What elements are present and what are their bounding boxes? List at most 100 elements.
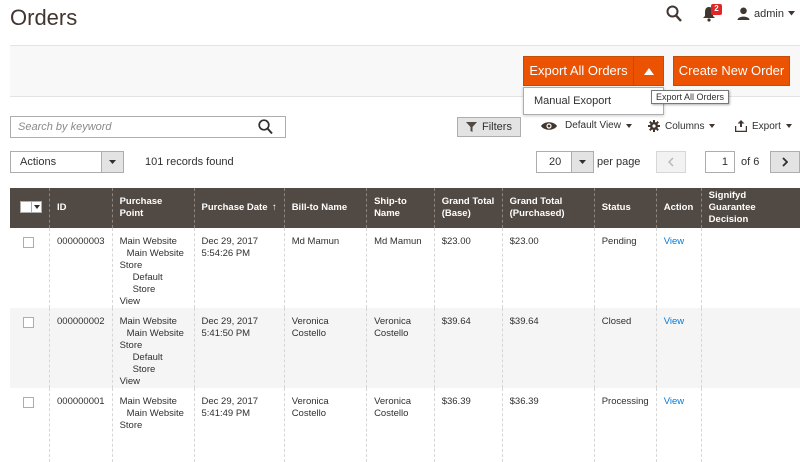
create-new-order-button[interactable]: Create New Order [673,56,790,86]
chevron-right-icon [782,157,788,167]
view-order-link[interactable]: View [664,396,684,407]
grand-total-base: $23.00 [433,228,503,308]
eye-icon [541,121,557,130]
chevron-down-icon [101,152,123,172]
signifyd-decision [700,228,800,308]
export-label: Export [752,120,781,132]
funnel-icon [466,122,478,132]
mass-actions-label: Actions [20,156,57,168]
global-search-icon[interactable] [666,5,682,23]
table-header-row: ID Purchase Point Purchase Date ↑ Bill-to… [10,188,800,228]
per-page-select[interactable]: 20 [536,151,594,173]
export-dropdown-toggle[interactable] [633,57,663,85]
records-found: 101 records found [145,156,234,168]
export-all-orders-split-button[interactable]: Export All Orders [523,56,664,86]
export-dropdown-item[interactable]: Manual Exoport [523,87,664,115]
ship-to-name: Md Mamun [366,228,435,308]
current-page-input[interactable]: 1 [705,151,735,173]
columns-label: Columns [665,120,705,132]
chevron-down-icon [625,123,632,128]
grand-total-purchased: $23.00 [501,228,595,308]
caret-up-icon [643,67,654,75]
user-name: admin [754,7,784,20]
purchase-date: Dec 29, 2017 5:41:49 PM [193,388,285,462]
filters-button[interactable]: Filters [457,117,521,137]
purchase-date: Dec 29, 2017 5:54:26 PM [193,228,285,308]
order-id: 000000003 [49,228,113,308]
column-header-purchase-date[interactable]: Purchase Date ↑ [193,188,285,228]
gear-icon [648,120,660,132]
column-header-ship-to-name[interactable]: Ship-to Name [366,188,435,228]
total-pages: of 6 [741,156,760,168]
column-header-status[interactable]: Status [593,188,657,228]
table-row[interactable]: 000000003 Main Website Main Website Store D… [10,228,800,308]
chevron-down-icon [787,11,795,16]
export-switcher[interactable]: Export [735,120,792,132]
per-page-value: 20 [549,156,562,168]
chevron-down-icon [33,204,40,209]
column-header-bill-to-name[interactable]: Bill-to Name [283,188,367,228]
sort-arrow-up-icon: ↑ [271,202,277,213]
column-header-action: Action [655,188,702,228]
search-icon[interactable] [258,119,273,140]
order-status: Closed [593,308,657,388]
bill-to-name: Veronica Costello [283,308,367,388]
purchase-date: Dec 29, 2017 5:41:50 PM [193,308,285,388]
orders-grid: ID Purchase Point Purchase Date ↑ Bill-to… [10,188,800,462]
signifyd-decision [700,308,800,388]
signifyd-decision [700,388,800,462]
grand-total-base: $39.64 [433,308,503,388]
chevron-down-icon [571,152,593,172]
notification-badge: 2 [711,4,722,15]
ship-to-name: Veronica Costello [366,388,435,462]
table-row[interactable]: 000000002 Main Website Main Website Store D… [10,308,800,388]
chevron-left-icon [668,157,674,167]
view-order-link[interactable]: View [664,236,684,247]
order-id: 000000002 [49,308,113,388]
next-page-button[interactable] [770,151,800,173]
previous-page-button[interactable] [656,151,686,173]
grand-total-purchased: $39.64 [501,308,595,388]
user-icon [737,7,750,20]
column-header-grand-total-purchased[interactable]: Grand Total (Purchased) [501,188,595,228]
order-id: 000000001 [49,388,113,462]
filters-label: Filters [482,121,512,133]
export-all-orders-button[interactable]: Export All Orders [524,57,633,85]
bill-to-name: Veronica Costello [283,388,367,462]
export-icon [735,120,747,132]
select-all-checkbox[interactable] [20,200,42,213]
bill-to-name: Md Mamun [283,228,367,308]
default-view-switcher[interactable]: Default View [541,120,632,131]
page-title: Orders [10,5,78,30]
per-page-label: per page [597,156,641,168]
tooltip: Export All Orders [651,90,730,104]
ship-to-name: Veronica Costello [366,308,435,388]
row-checkbox[interactable] [23,237,34,248]
order-status: Processing [593,388,657,462]
row-checkbox[interactable] [23,397,34,408]
purchase-point: Main Website Main Website Store Default Sto… [111,308,194,388]
row-checkbox[interactable] [23,317,34,328]
column-header-signifyd-decision[interactable]: Signifyd Guarantee Decision [700,188,800,228]
chevron-down-icon [709,124,716,128]
columns-switcher[interactable]: Columns [648,120,716,132]
keyword-search [10,116,286,138]
purchase-point: Main Website Main Website Store [111,388,194,462]
keyword-search-input[interactable] [11,117,251,137]
table-row[interactable]: 000000001 Main Website Main Website Store … [10,388,800,462]
notifications-bell-icon[interactable]: 2 [702,4,722,24]
grand-total-purchased: $36.39 [501,388,595,462]
purchase-point: Main Website Main Website Store Default Sto… [111,228,194,308]
user-menu[interactable]: admin [737,7,795,20]
column-header-grand-total-base[interactable]: Grand Total (Base) [433,188,503,228]
select-all-header[interactable] [10,188,50,228]
purchase-date-label: Purchase Date [201,202,268,213]
order-status: Pending [593,228,657,308]
mass-actions-select[interactable]: Actions [10,151,124,173]
column-header-id[interactable]: ID [49,188,113,228]
default-view-label: Default View [565,120,621,131]
view-order-link[interactable]: View [664,316,684,327]
grand-total-base: $36.39 [433,388,503,462]
column-header-purchase-point[interactable]: Purchase Point [111,188,194,228]
chevron-down-icon [785,124,792,128]
